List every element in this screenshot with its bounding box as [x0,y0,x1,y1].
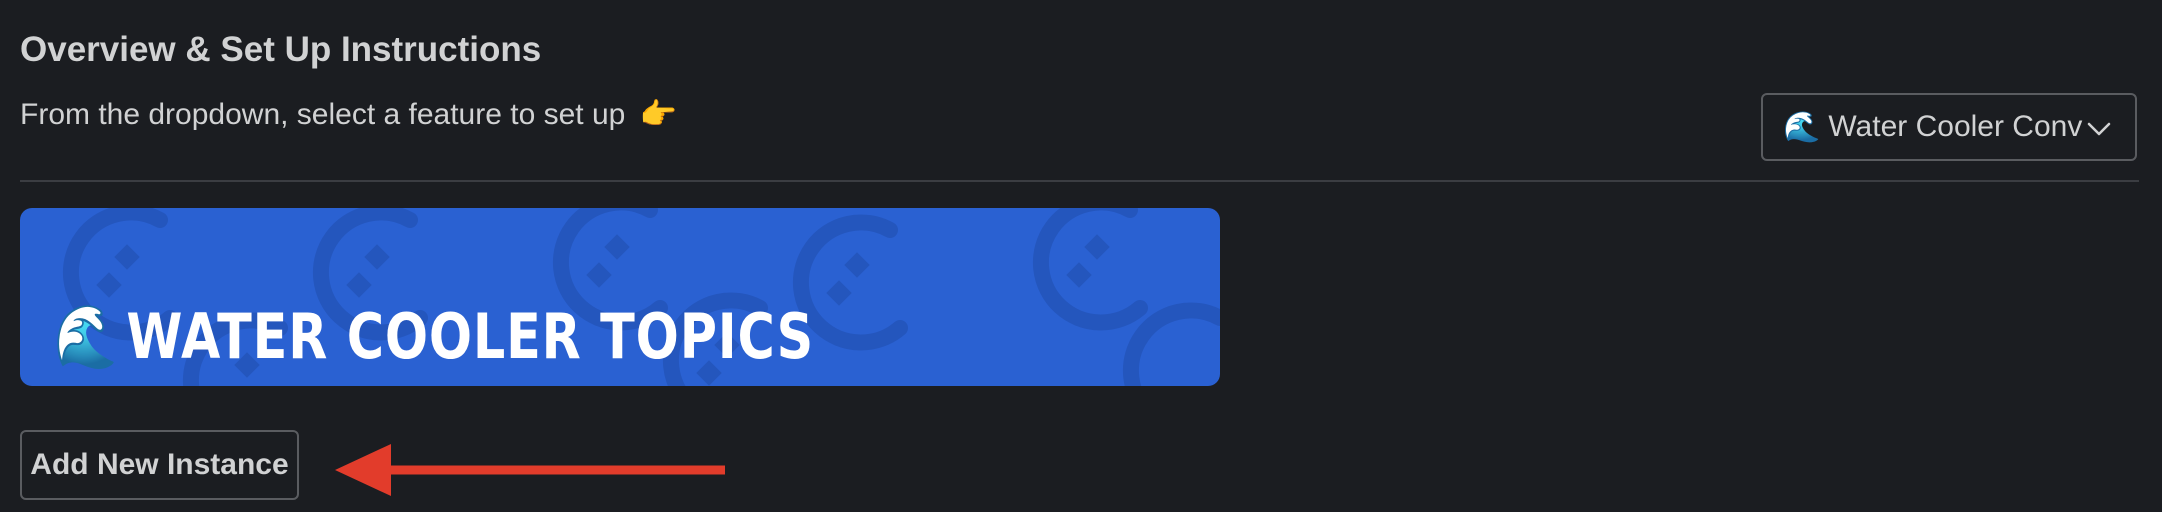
page-title: Overview & Set Up Instructions [20,30,542,69]
wave-icon: 🌊 [1783,110,1821,144]
banner-title: 🌊 WATER COOLER TOPICS [54,300,814,374]
instructions-text: From the dropdown, select a feature to s… [20,97,677,132]
section-divider [20,180,2139,182]
annotation-arrow-icon [335,444,725,496]
instructions-label: From the dropdown, select a feature to s… [20,98,626,131]
pointing-hand-icon: 👉 [639,98,678,131]
feature-dropdown[interactable]: 🌊 Water Cooler Conv [1761,93,2137,161]
feature-banner: 🌊 WATER COOLER TOPICS [20,208,1220,386]
wave-icon: 🌊 [54,300,119,373]
add-new-instance-button[interactable]: Add New Instance [20,430,299,500]
feature-dropdown-value: Water Cooler Conv [1828,110,2083,143]
chevron-down-icon [2087,122,2111,136]
banner-title-text: WATER COOLER TOPICS [126,300,815,373]
